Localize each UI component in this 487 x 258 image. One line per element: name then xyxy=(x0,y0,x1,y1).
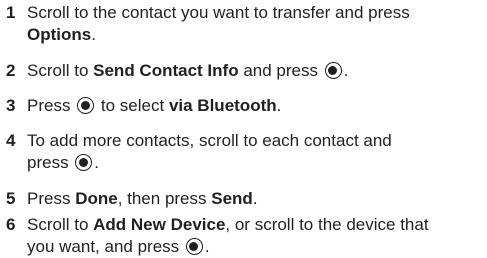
step-text-part: you want, and press xyxy=(27,237,184,256)
step-text-part: . xyxy=(276,96,282,115)
options-key-label: Options xyxy=(27,25,92,44)
step-number: 4 xyxy=(6,131,16,150)
step-text-part: Scroll to xyxy=(27,61,94,80)
step-line: Scroll to Add New Device, or scroll to t… xyxy=(27,214,479,236)
step-text-part: To add more contacts, scroll to each con… xyxy=(27,131,392,150)
step-line: Options. xyxy=(27,24,479,46)
step-text: Press to select via Bluetooth. xyxy=(27,95,479,117)
step-text: Scroll to the contact you want to transf… xyxy=(27,2,479,46)
step-text: Scroll to Add New Device, or scroll to t… xyxy=(27,214,479,258)
step-line: Press to select via Bluetooth. xyxy=(27,95,479,117)
menu-item-label: Send Contact Info xyxy=(93,61,239,80)
step-number: 5 xyxy=(6,189,16,208)
center-select-key-icon xyxy=(75,154,93,171)
done-key-label: Done xyxy=(75,189,118,208)
step-text-part: , or scroll to the device that xyxy=(225,215,429,234)
step-line: press . xyxy=(27,152,479,174)
step-text-part: Press xyxy=(27,189,76,208)
step-text: Scroll to Send Contact Info and press . xyxy=(27,60,479,82)
step-text-part: . xyxy=(94,153,100,172)
center-select-key-icon xyxy=(185,238,203,255)
step-line: you want, and press . xyxy=(27,236,479,258)
step-text-part: . xyxy=(343,61,349,80)
send-key-label: Send xyxy=(211,189,253,208)
step-text-part: Press xyxy=(27,96,76,115)
menu-item-label: Add New Device xyxy=(93,215,226,234)
step-line: Press Done, then press Send. xyxy=(27,188,479,210)
center-select-key-icon xyxy=(324,62,342,79)
step-text-part: . xyxy=(204,237,210,256)
step-text-part: Scroll to the contact you want to transf… xyxy=(27,3,410,22)
step-text: To add more contacts, scroll to each con… xyxy=(27,130,479,174)
step-text-part: and press xyxy=(238,61,323,80)
center-select-key-icon xyxy=(77,97,95,114)
instruction-steps: 1 Scroll to the contact you want to tran… xyxy=(0,0,487,258)
step-number: 3 xyxy=(6,96,16,115)
step-line: To add more contacts, scroll to each con… xyxy=(27,130,479,152)
step-text-part: . xyxy=(91,25,96,44)
menu-item-label: via Bluetooth xyxy=(168,96,277,115)
step-number: 6 xyxy=(6,215,16,234)
step-line: Scroll to Send Contact Info and press . xyxy=(27,60,479,82)
step-line: Scroll to the contact you want to transf… xyxy=(27,2,479,24)
step-text-part: to select xyxy=(96,96,169,115)
step-number: 1 xyxy=(6,3,16,22)
step-text-part: . xyxy=(252,189,258,208)
step-text-part: press xyxy=(27,153,74,172)
step-number: 2 xyxy=(6,61,16,80)
step-text-part: Scroll to xyxy=(27,215,94,234)
step-text-part: , then press xyxy=(117,189,212,208)
step-text: Press Done, then press Send. xyxy=(27,188,479,210)
